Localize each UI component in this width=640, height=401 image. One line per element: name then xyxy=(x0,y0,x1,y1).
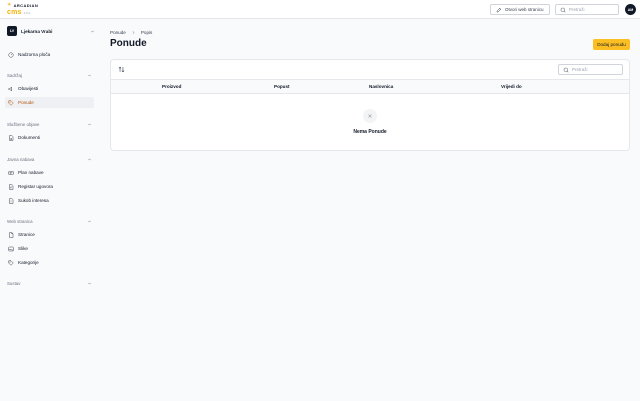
brand-version: 2.0.0 xyxy=(23,11,31,15)
sidebar: LV Ljekarna Vrabi Nadzorna ploča Sadržaj… xyxy=(0,19,100,401)
star-icon: ✳ xyxy=(7,2,12,8)
sidebar-item-procurement-plan[interactable]: Plan nabave xyxy=(5,167,94,178)
column-header-cover[interactable]: Naslovnica xyxy=(369,84,393,89)
table-header: Proizvod Popust Naslovnica Vrijedi do xyxy=(111,80,629,94)
chevron-up-icon xyxy=(88,74,91,76)
sidebar-item-contract-registry[interactable]: Registar ugovora xyxy=(5,181,94,192)
dashboard-icon xyxy=(8,52,14,57)
org-badge: LV xyxy=(7,26,17,36)
pages-icon xyxy=(9,231,14,238)
sidebar-item-images[interactable]: Slike xyxy=(5,243,94,254)
table-search[interactable] xyxy=(558,64,623,75)
table-search-input[interactable] xyxy=(572,67,620,72)
chevron-right-icon xyxy=(132,31,135,34)
table-toolbar xyxy=(111,60,629,80)
open-site-button[interactable]: Otvori web stranicu xyxy=(490,4,550,15)
sidebar-item-conflict-of-interest[interactable]: Sukob interesa xyxy=(5,195,94,206)
open-site-label: Otvori web stranicu xyxy=(505,7,544,12)
search-icon xyxy=(560,7,566,12)
empty-state-message: Nema Ponude xyxy=(353,129,387,135)
global-search-input[interactable] xyxy=(569,7,617,12)
sidebar-section-system[interactable]: Sustav xyxy=(7,279,92,287)
contract-icon xyxy=(9,183,14,190)
image-icon xyxy=(8,246,14,251)
sidebar-item-offers[interactable]: Ponude xyxy=(5,97,94,108)
chevron-up-icon xyxy=(88,220,91,222)
empty-state-icon xyxy=(363,109,377,123)
sidebar-section-procurement[interactable]: Javna nabava xyxy=(7,155,92,163)
breadcrumb-item[interactable]: Ponude xyxy=(110,30,126,35)
sidebar-section-official[interactable]: Službene objave xyxy=(7,120,92,128)
chevron-up-icon xyxy=(88,123,91,125)
tag-icon xyxy=(8,100,14,106)
megaphone-icon xyxy=(8,86,12,91)
brand-logo[interactable]: ✳ ARCADIAN cms 2.0.0 xyxy=(7,2,39,17)
add-offer-button[interactable]: Dodaj ponudu xyxy=(593,39,630,50)
document-alert-icon xyxy=(9,197,14,204)
org-switcher[interactable]: LV Ljekarna Vrabi xyxy=(7,25,95,37)
column-header-product[interactable]: Proizvod xyxy=(162,84,181,89)
offers-table: Proizvod Popust Naslovnica Vrijedi do Ne… xyxy=(110,59,630,151)
sidebar-item-pages[interactable]: Stranice xyxy=(5,229,94,240)
org-name: Ljekarna Vrabi xyxy=(21,28,53,34)
column-header-discount[interactable]: Popust xyxy=(274,84,290,89)
top-bar: ✳ ARCADIAN cms 2.0.0 Otvori web stranicu… xyxy=(0,0,640,19)
sidebar-item-dashboard[interactable]: Nadzorna ploča xyxy=(5,49,94,60)
breadcrumb: Ponude Popis xyxy=(110,30,152,35)
global-search[interactable] xyxy=(555,4,619,15)
chevron-down-icon xyxy=(91,30,94,32)
user-avatar[interactable]: AM xyxy=(625,4,636,15)
document-icon xyxy=(9,134,14,141)
sidebar-section-content[interactable]: Sadržaj xyxy=(7,71,92,79)
search-icon xyxy=(563,67,569,72)
brand-company: ARCADIAN xyxy=(13,3,39,8)
tag-icon xyxy=(8,260,14,266)
sidebar-section-website[interactable]: Web stranica xyxy=(7,217,92,225)
sidebar-item-notices[interactable]: Obavijesti xyxy=(5,83,94,94)
page-title: Ponude xyxy=(110,38,147,49)
sidebar-item-categories[interactable]: Kategorije xyxy=(5,257,94,268)
edit-icon xyxy=(496,7,502,12)
brand-product: cms xyxy=(7,9,22,16)
column-header-valid-until[interactable]: Vrijedi do xyxy=(501,84,522,89)
chevron-down-icon xyxy=(88,282,91,284)
close-icon xyxy=(368,114,372,118)
sort-icon[interactable] xyxy=(118,66,125,73)
clipboard-icon xyxy=(8,170,14,175)
sidebar-item-documents[interactable]: Dokumenti xyxy=(5,132,94,143)
chevron-up-icon xyxy=(88,158,91,160)
breadcrumb-item: Popis xyxy=(140,30,153,35)
